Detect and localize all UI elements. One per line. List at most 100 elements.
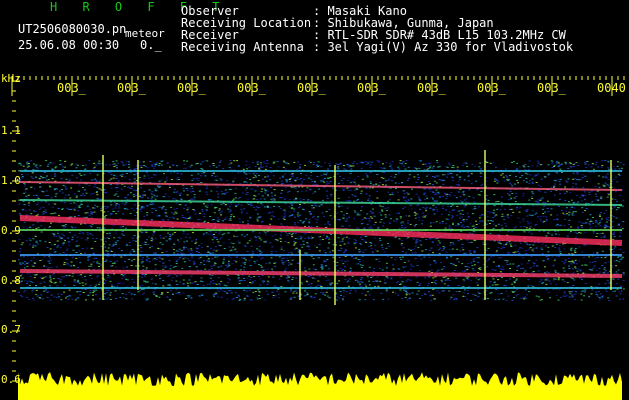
noise-speck <box>540 185 542 187</box>
noise-speck <box>574 293 577 295</box>
noise-speck <box>176 208 179 210</box>
noise-speck <box>257 264 260 265</box>
noise-speck <box>440 213 443 215</box>
noise-speck <box>64 240 66 242</box>
noise-speck <box>589 261 592 263</box>
noise-speck <box>91 298 94 300</box>
noise-speck <box>116 240 119 242</box>
noise-speck <box>225 264 227 266</box>
noise-speck <box>174 211 177 213</box>
noise-speck <box>405 160 408 162</box>
noise-speck <box>341 240 344 242</box>
noise-speck <box>518 172 521 174</box>
noise-speck <box>339 241 341 243</box>
noise-speck <box>53 235 56 237</box>
noise-speck <box>463 221 466 223</box>
noise-speck <box>313 215 316 217</box>
noise-speck <box>517 265 520 267</box>
noise-speck <box>329 177 332 178</box>
noise-speck <box>46 292 49 293</box>
noise-speck <box>345 236 348 238</box>
noise-speck <box>93 166 96 168</box>
noise-speck <box>305 270 308 272</box>
noise-speck <box>260 216 263 218</box>
noise-speck <box>457 240 460 242</box>
noise-speck <box>48 267 51 269</box>
noise-speck <box>571 290 573 292</box>
noise-speck <box>116 167 118 169</box>
noise-speck <box>538 231 541 233</box>
noise-speck <box>255 239 258 241</box>
noise-speck <box>461 191 464 193</box>
noise-speck <box>171 216 174 218</box>
noise-speck <box>477 296 480 298</box>
noise-speck <box>438 196 441 198</box>
noise-speck <box>28 284 31 286</box>
noise-speck <box>267 281 270 283</box>
noise-speck <box>316 219 319 221</box>
noise-speck <box>547 246 550 248</box>
noise-speck <box>21 174 24 175</box>
noise-speck <box>218 165 221 167</box>
noise-speck <box>569 248 572 250</box>
noise-speck <box>282 217 285 219</box>
noise-speck <box>93 186 96 188</box>
noise-speck <box>133 235 136 237</box>
noise-speck <box>389 165 392 167</box>
noise-speck <box>205 232 208 234</box>
noise-speck <box>555 233 558 235</box>
noise-speck <box>190 164 193 166</box>
noise-speck <box>272 276 275 278</box>
noise-speck <box>467 226 470 228</box>
noise-speck <box>408 174 411 176</box>
noise-speck <box>554 246 557 248</box>
noise-speck <box>61 233 64 235</box>
noise-speck <box>188 217 191 219</box>
noise-speck <box>267 268 270 270</box>
noise-speck <box>249 299 252 301</box>
noise-speck <box>319 284 322 286</box>
noise-speck <box>262 161 265 163</box>
noise-speck <box>555 162 558 164</box>
noise-speck <box>198 245 201 247</box>
noise-speck <box>290 263 293 265</box>
noise-speck <box>143 178 146 179</box>
noise-speck <box>78 205 81 207</box>
noise-speck <box>356 199 359 200</box>
noise-speck <box>558 249 561 251</box>
noise-speck <box>465 226 468 227</box>
noise-speck <box>28 280 31 282</box>
noise-speck <box>24 191 27 193</box>
noise-speck <box>169 268 172 270</box>
noise-speck <box>563 263 566 265</box>
noise-speck <box>433 200 436 202</box>
noise-speck <box>534 200 537 202</box>
noise-speck <box>457 285 460 286</box>
noise-speck <box>210 204 213 206</box>
noise-speck <box>135 240 138 242</box>
noise-speck <box>559 253 562 254</box>
noise-speck <box>513 197 516 199</box>
noise-speck <box>176 275 178 277</box>
noise-speck <box>601 295 604 297</box>
noise-speck <box>462 279 465 281</box>
noise-speck <box>227 232 230 234</box>
noise-speck <box>59 190 61 192</box>
noise-speck <box>509 175 511 176</box>
noise-speck <box>515 175 517 177</box>
noise-speck <box>206 193 209 195</box>
noise-speck <box>142 243 145 245</box>
noise-speck <box>320 166 323 168</box>
noise-speck <box>584 164 587 166</box>
noise-speck <box>563 247 566 249</box>
noise-speck <box>252 177 255 179</box>
noise-speck <box>360 266 363 268</box>
noise-speck <box>606 173 609 175</box>
noise-speck <box>498 257 501 259</box>
noise-speck <box>44 177 47 179</box>
noise-speck <box>216 256 219 258</box>
noise-speck <box>554 278 557 280</box>
noise-speck <box>557 162 560 164</box>
noise-speck <box>57 293 60 295</box>
noise-speck <box>284 261 287 263</box>
